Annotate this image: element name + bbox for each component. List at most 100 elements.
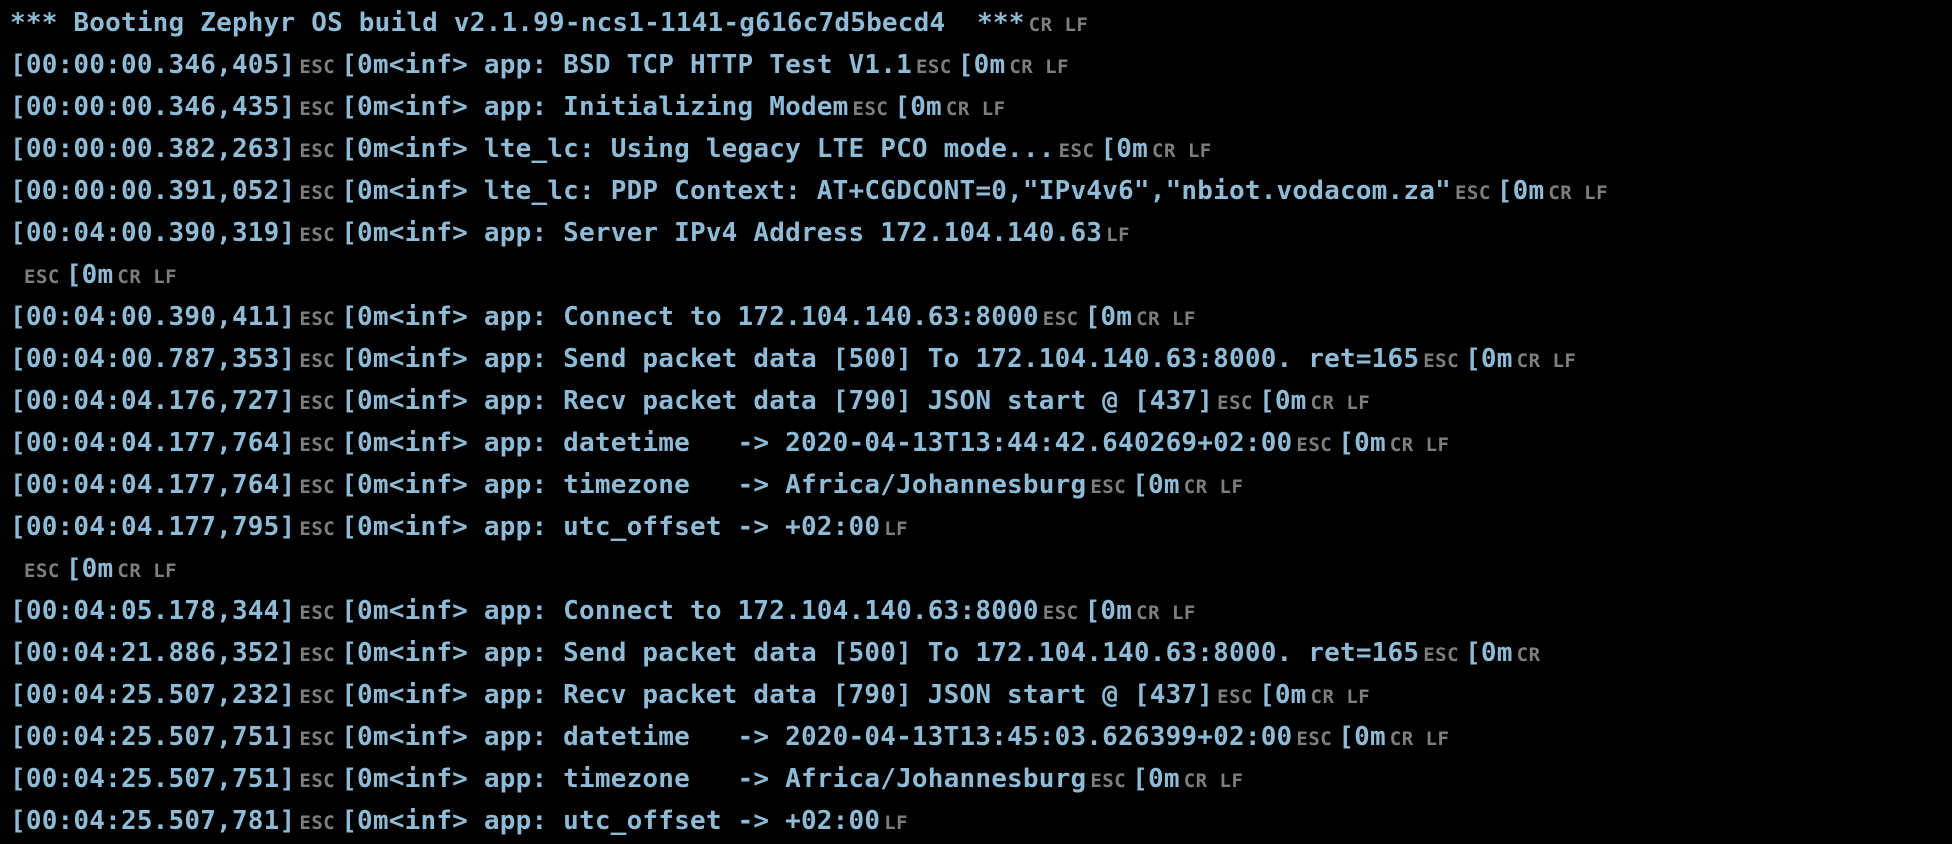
- control-char-marker: ESC: [1090, 476, 1127, 498]
- control-char-marker: CR LF: [1136, 308, 1196, 330]
- log-line: [00:04:00.390,319] ESC [0m<inf> app: Serve…: [10, 212, 1952, 254]
- log-text: [0m: [1338, 428, 1386, 458]
- log-text: [00:00:00.346,405]: [10, 50, 296, 80]
- log-text: [00:04:25.507,232]: [10, 680, 296, 710]
- control-char-marker: LF: [1106, 224, 1131, 246]
- log-text: [0m<inf> app: utc_offset -> +02:00: [341, 806, 881, 836]
- log-line: [00:04:05.178,344] ESC [0m<inf> app: Conne…: [10, 590, 1952, 632]
- log-line: [00:04:21.886,352] ESC [0m<inf> app: Send …: [10, 632, 1952, 674]
- control-char-marker: CR LF: [1009, 56, 1070, 78]
- log-text: [00:00:00.346,435]: [10, 92, 296, 122]
- log-line: [00:04:04.176,727] ESC [0m<inf> app: Recv …: [10, 380, 1952, 422]
- log-line: *** Booting Zephyr OS build v2.1.99-ncs1…: [10, 2, 1952, 44]
- control-char-marker: CR LF: [1389, 434, 1450, 456]
- log-line: [00:00:00.391,052] ESC [0m<inf> lte_lc: PD…: [10, 170, 1952, 212]
- log-line: [00:04:25.507,751] ESC [0m<inf> app: datet…: [10, 716, 1952, 758]
- log-text: [00:04:04.177,795]: [10, 512, 296, 542]
- log-text: [0m<inf> app: datetime -> 2020-04-13T13:…: [341, 722, 1293, 752]
- log-text: [00:04:25.507,781]: [10, 806, 296, 836]
- control-char-marker: ESC: [1296, 434, 1333, 456]
- control-char-marker: LF: [884, 812, 909, 834]
- control-char-marker: ESC: [299, 476, 336, 498]
- log-text: [00:00:00.391,052]: [10, 176, 296, 206]
- log-text: [00:04:21.886,352]: [10, 638, 296, 668]
- log-text: [0m<inf> lte_lc: PDP Context: AT+CGDCONT…: [341, 176, 1451, 206]
- log-text: [0m<inf> app: BSD TCP HTTP Test V1.1: [341, 50, 912, 80]
- control-char-marker: CR: [1516, 644, 1541, 666]
- log-text: [0m: [957, 50, 1006, 80]
- control-char-marker: ESC: [299, 728, 336, 750]
- log-text: *** Booting Zephyr OS build v2.1.99-ncs1…: [10, 8, 1025, 38]
- log-line: [00:00:00.346,435] ESC [0m<inf> app: Initi…: [10, 86, 1952, 128]
- control-char-marker: ESC: [1042, 308, 1079, 330]
- log-line: [00:04:04.177,764] ESC [0m<inf> app: timez…: [10, 464, 1952, 506]
- control-char-marker: ESC: [1090, 770, 1127, 792]
- log-text: [00:04:25.507,751]: [10, 764, 296, 794]
- control-char-marker: ESC: [1217, 686, 1253, 708]
- log-line: [00:04:25.507,751] ESC [0m<inf> app: timez…: [10, 758, 1952, 800]
- log-text: [0m<inf> app: Connect to 172.104.140.63:…: [341, 596, 1039, 626]
- log-text: [0m: [1258, 386, 1307, 416]
- terminal-output[interactable]: *** Booting Zephyr OS build v2.1.99-ncs1…: [0, 0, 1952, 838]
- control-char-marker: ESC: [299, 434, 336, 456]
- log-text: [0m<inf> app: timezone -> Africa/Johanne…: [341, 470, 1087, 500]
- log-text: [0m<inf> lte_lc: Using legacy LTE PCO mo…: [341, 134, 1055, 164]
- log-text: [0m: [1465, 344, 1513, 374]
- log-text: [0m: [1338, 722, 1386, 752]
- control-char-marker: ESC: [852, 98, 889, 120]
- control-char-marker: CR LF: [1310, 686, 1371, 708]
- log-text: [00:04:00.390,411]: [10, 302, 296, 332]
- log-text: [0m: [1258, 680, 1307, 710]
- log-text: [0m<inf> app: timezone -> Africa/Johanne…: [341, 764, 1087, 794]
- control-char-marker: ESC: [299, 56, 336, 78]
- control-char-marker: ESC: [299, 602, 336, 624]
- log-text: [0m: [65, 554, 114, 584]
- log-line: ESC [0m CR LF: [10, 548, 1952, 590]
- control-char-marker: ESC: [24, 266, 60, 288]
- log-text: [0m: [894, 92, 942, 122]
- log-text: [0m: [65, 260, 114, 290]
- control-char-marker: ESC: [299, 98, 336, 120]
- control-char-marker: ESC: [299, 644, 336, 666]
- log-text: [0m: [1084, 596, 1133, 626]
- log-text: [0m<inf> app: Initializing Modem: [341, 92, 849, 122]
- log-text: [00:04:00.787,353]: [10, 344, 296, 374]
- control-char-marker: ESC: [299, 224, 336, 246]
- log-text: [0m: [1496, 176, 1545, 206]
- log-line: [00:04:25.507,781] ESC [0m<inf> app: utc_o…: [10, 800, 1952, 842]
- control-char-marker: ESC: [1058, 140, 1095, 162]
- log-text: [00:04:00.390,319]: [10, 218, 296, 248]
- control-char-marker: ESC: [1296, 728, 1333, 750]
- control-char-marker: ESC: [299, 350, 336, 372]
- control-char-marker: ESC: [299, 308, 336, 330]
- log-text: [0m<inf> app: Recv packet data [790] JSO…: [341, 680, 1214, 710]
- control-char-marker: CR LF: [1183, 476, 1244, 498]
- control-char-marker: CR LF: [1136, 602, 1196, 624]
- control-char-marker: ESC: [299, 392, 336, 414]
- control-char-marker: ESC: [1423, 644, 1460, 666]
- log-text: [0m<inf> app: Connect to 172.104.140.63:…: [341, 302, 1039, 332]
- control-char-marker: ESC: [299, 182, 336, 204]
- log-text: [00:04:04.177,764]: [10, 470, 296, 500]
- log-line: [00:04:00.390,411] ESC [0m<inf> app: Conne…: [10, 296, 1952, 338]
- log-text: [0m: [1465, 638, 1513, 668]
- log-text: [00:04:25.507,751]: [10, 722, 296, 752]
- control-char-marker: CR LF: [117, 266, 178, 288]
- control-char-marker: CR LF: [1389, 728, 1450, 750]
- control-char-marker: ESC: [1042, 602, 1079, 624]
- control-char-marker: ESC: [1423, 350, 1460, 372]
- control-char-marker: CR LF: [1310, 392, 1371, 414]
- log-text: [0m<inf> app: datetime -> 2020-04-13T13:…: [341, 428, 1293, 458]
- control-char-marker: CR LF: [117, 560, 178, 582]
- log-text: [0m<inf> app: Send packet data [500] To …: [341, 638, 1420, 668]
- log-text: [00:04:04.177,764]: [10, 428, 296, 458]
- log-line: ESC [0m CR LF: [10, 254, 1952, 296]
- control-char-marker: CR LF: [1548, 182, 1609, 204]
- log-text: [00:04:05.178,344]: [10, 596, 296, 626]
- control-char-marker: CR LF: [1516, 350, 1577, 372]
- control-char-marker: CR LF: [945, 98, 1006, 120]
- control-char-marker: CR LF: [1183, 770, 1244, 792]
- control-char-marker: ESC: [299, 518, 336, 540]
- log-line: [00:04:04.177,764] ESC [0m<inf> app: datet…: [10, 422, 1952, 464]
- control-char-marker: ESC: [915, 56, 952, 78]
